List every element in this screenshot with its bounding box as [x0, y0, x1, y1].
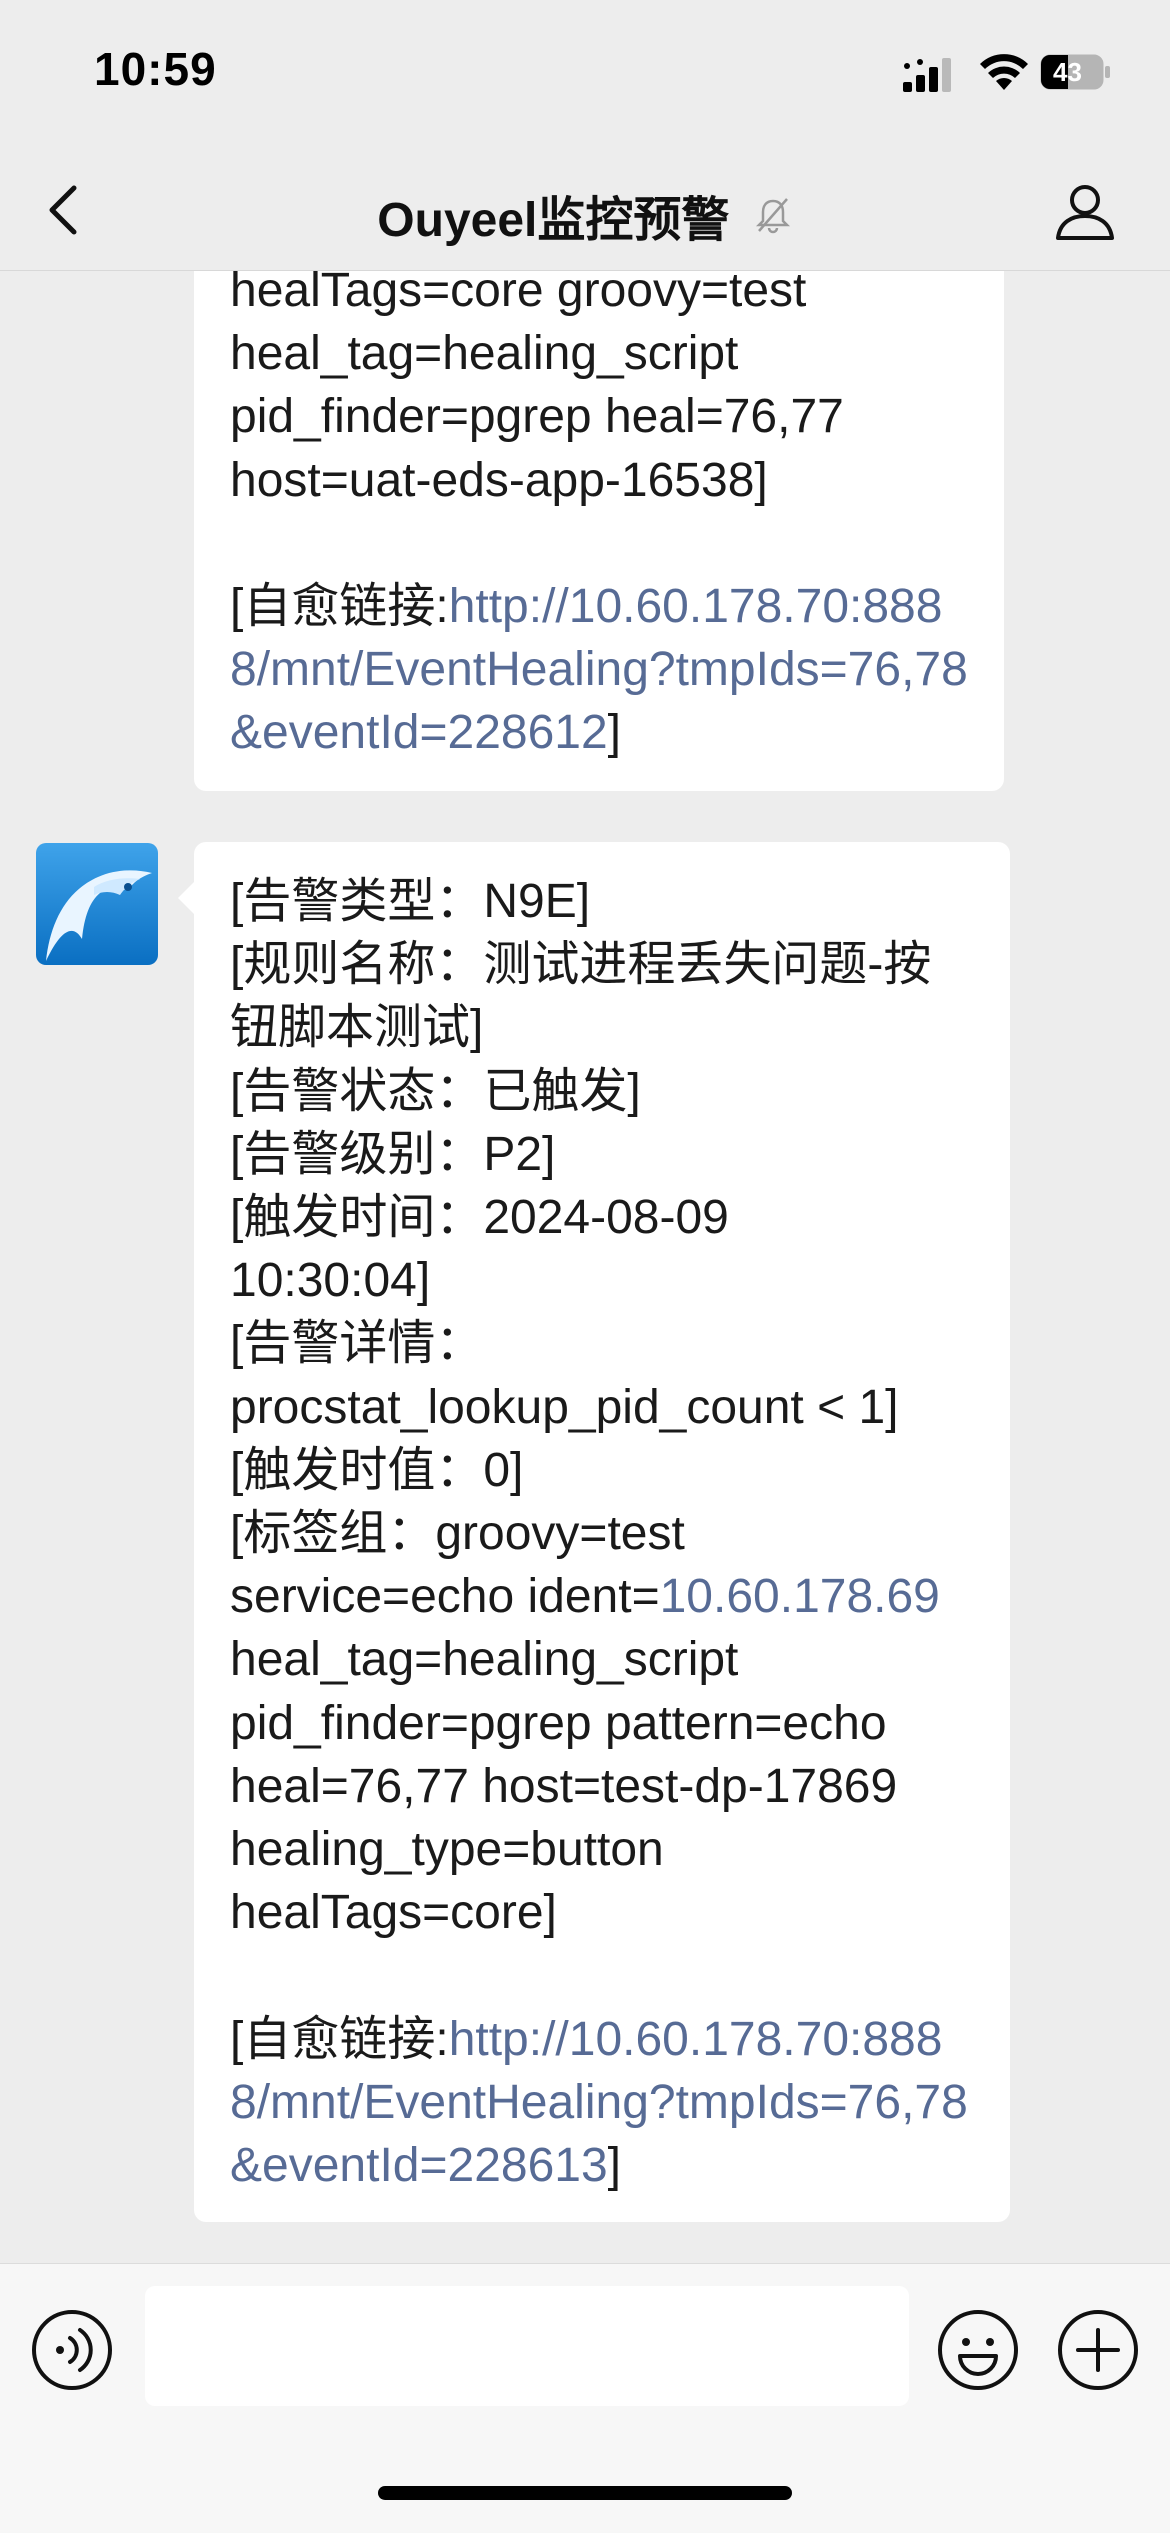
chat-title: Ouyeel监控预警: [377, 194, 730, 247]
add-plus-icon[interactable]: [1056, 2308, 1140, 2392]
message-bubble[interactable]: [告警类型：N9E] [规则名称：测试进程丢失问题-按钮脚本测试] [告警状态：…: [178, 842, 1010, 2222]
battery-level: 43: [1053, 57, 1082, 87]
status-bar: 10:59 43: [0, 0, 1170, 150]
battery-icon: 43: [1040, 54, 1112, 90]
eagle-logo-icon: [36, 843, 158, 965]
ip-link[interactable]: 10.60.178.69: [660, 1570, 940, 1623]
message-input[interactable]: [145, 2286, 909, 2406]
message-text: [告警类型：N9E] [规则名称：测试进程丢失问题-按钮脚本测试] [告警状态：…: [230, 875, 932, 1624]
message-text: ]: [607, 706, 622, 760]
message-bubble[interactable]: healTags=core groovy=test heal_tag=heali…: [194, 271, 1004, 791]
chat-title-wrapper: Ouyeel监控预警: [0, 180, 1170, 250]
status-time: 10:59: [94, 43, 217, 95]
home-indicator: [378, 2486, 792, 2500]
voice-input-icon[interactable]: [30, 2308, 114, 2392]
chat-header: Ouyeel监控预警: [0, 150, 1170, 271]
wifi-icon: [980, 54, 1028, 90]
message-text: ]: [607, 2139, 622, 2193]
muted-bell-icon: [755, 198, 790, 234]
message-list[interactable]: healTags=core groovy=test heal_tag=heali…: [0, 271, 1170, 2263]
avatar[interactable]: [36, 843, 158, 965]
cellular-signal-icon: [903, 58, 951, 92]
emoji-icon[interactable]: [936, 2308, 1020, 2392]
message-text: healTags=core groovy=test heal_tag=heali…: [230, 271, 844, 634]
profile-icon[interactable]: [1052, 178, 1118, 244]
input-bar: [0, 2263, 1170, 2533]
message-text: heal_tag=healing_script pid_finder=pgrep…: [230, 1633, 898, 2066]
